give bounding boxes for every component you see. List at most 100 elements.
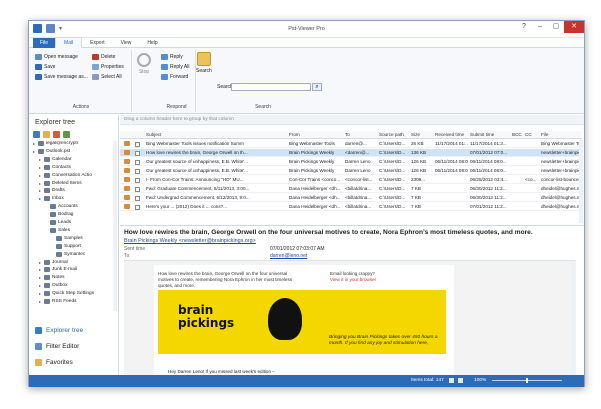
- expander-icon[interactable]: ▸: [39, 275, 42, 280]
- column-header[interactable]: Source path: [378, 131, 409, 139]
- table-row[interactable]: !- From Con-Cor Trains: Announcing "HO" …: [120, 176, 582, 184]
- table-row[interactable]: Our greatest source of unhappiness, E.B.…: [120, 167, 582, 175]
- to-value[interactable]: darren@leno.net: [270, 253, 307, 259]
- properties-button[interactable]: Properties: [92, 64, 124, 70]
- search-input[interactable]: [231, 83, 311, 91]
- tree-node[interactable]: ▸ Inbox: [39, 196, 64, 202]
- maximize-button[interactable]: ▢: [548, 21, 564, 33]
- file-tab[interactable]: File: [33, 37, 55, 48]
- expander-icon[interactable]: ▸: [39, 196, 42, 201]
- tree-node[interactable]: ▸ Junk E-mail: [39, 267, 77, 273]
- search-group: Search: [196, 50, 330, 112]
- expander-icon[interactable]: ▸: [33, 141, 36, 146]
- row-checkbox[interactable]: [135, 168, 140, 174]
- expander-icon[interactable]: ▸: [39, 173, 42, 178]
- tree-node[interactable]: ▸ Quick Step Settings: [39, 291, 94, 297]
- tree-node[interactable]: Leads: [45, 220, 71, 225]
- view-compact-icon[interactable]: [458, 378, 463, 383]
- minimize-button[interactable]: –: [532, 21, 548, 33]
- view-in-browser-link[interactable]: View it in your browser: [330, 277, 376, 283]
- preview-from-link[interactable]: Brain Pickings Weekly <newsletter@brainp…: [124, 238, 256, 244]
- tree-scrollbar[interactable]: [113, 141, 117, 311]
- row-checkbox[interactable]: [135, 177, 140, 183]
- expander-icon[interactable]: ▸: [39, 181, 42, 186]
- forward-button[interactable]: Forward: [161, 74, 188, 80]
- body-scrollbar[interactable]: [571, 261, 575, 377]
- tab-help[interactable]: Help: [139, 38, 165, 48]
- pane-explorer-tree[interactable]: Explorer tree: [35, 327, 83, 334]
- tree-node[interactable]: ▸ Conversation Actio: [39, 172, 92, 178]
- save-as-button[interactable]: Save message as...: [35, 74, 88, 80]
- help-icon[interactable]: ?: [516, 21, 532, 33]
- remove-icon[interactable]: [53, 131, 60, 138]
- reply-all-button[interactable]: Reply All: [161, 64, 189, 70]
- tree-node[interactable]: ▸ Outbox: [39, 283, 67, 289]
- tree-node[interactable]: ▸ Drafts: [39, 188, 65, 194]
- save-button[interactable]: Save: [35, 64, 55, 70]
- open-message-button[interactable]: Open message: [35, 54, 78, 60]
- column-header[interactable]: Received time: [434, 131, 468, 139]
- tree-node[interactable]: Bodrag: [45, 212, 73, 218]
- tree-node[interactable]: ▸ Calendar: [39, 156, 71, 162]
- expander-icon[interactable]: ▸: [39, 299, 42, 304]
- row-checkbox[interactable]: [135, 186, 140, 192]
- expander-icon[interactable]: ▸: [39, 165, 42, 170]
- pane-favorites[interactable]: Favorites: [35, 359, 73, 366]
- close-button[interactable]: ✕: [564, 21, 584, 33]
- search-go-icon[interactable]: ⌕: [312, 83, 322, 91]
- column-header[interactable]: Submit time: [469, 131, 510, 139]
- view-normal-icon[interactable]: [449, 378, 454, 383]
- expander-icon[interactable]: ▸: [39, 291, 42, 296]
- reply-button[interactable]: Reply: [161, 54, 183, 60]
- expander-icon[interactable]: ▸: [39, 267, 42, 272]
- expander-icon[interactable]: ▸: [39, 260, 42, 265]
- grid-scrollbar[interactable]: [579, 139, 583, 223]
- stop-button[interactable]: Stop: [137, 53, 151, 75]
- select-all-button[interactable]: Select All: [92, 74, 122, 80]
- column-header[interactable]: CC: [524, 131, 539, 139]
- zoom-slider-knob[interactable]: [526, 378, 528, 383]
- table-row[interactable]: Here's your ... (2012) Does it ... cons?…: [120, 203, 582, 211]
- tab-mail[interactable]: Mail: [55, 37, 83, 48]
- column-header[interactable]: Subject: [145, 131, 287, 139]
- tree-node[interactable]: ▸ Journal: [39, 259, 68, 265]
- row-checkbox[interactable]: [135, 195, 140, 201]
- tree-node[interactable]: ▸ Outlook.pst: [33, 148, 70, 154]
- tree-node[interactable]: ▸ Notes: [39, 275, 65, 281]
- row-checkbox[interactable]: [135, 141, 140, 147]
- pane-filter-editor[interactable]: Filter Editor: [35, 343, 79, 350]
- tree-node[interactable]: ▸ legal@encrypti: [33, 141, 78, 146]
- tab-view[interactable]: View: [113, 38, 140, 48]
- folder-icon[interactable]: [43, 131, 50, 138]
- column-header[interactable]: To: [344, 131, 377, 139]
- column-header[interactable]: Size: [410, 131, 433, 139]
- row-checkbox[interactable]: [135, 204, 140, 210]
- row-checkbox[interactable]: [135, 150, 140, 156]
- delete-button[interactable]: Delete: [92, 54, 115, 60]
- tree-node[interactable]: Symantec: [51, 251, 85, 257]
- table-row[interactable]: Fwd: Undergrad Commencement, 6/12/2013, …: [120, 194, 582, 202]
- tree-node[interactable]: ▸ RSS Feeds: [39, 299, 77, 304]
- refresh-icon[interactable]: [33, 131, 40, 138]
- table-row[interactable]: Fwd: Graduate Commencement, 5/11/2013, 3…: [120, 185, 582, 193]
- expander-icon[interactable]: ▸: [39, 157, 42, 162]
- table-row[interactable]: How love rewires the brain, George Orwel…: [120, 149, 582, 157]
- tab-export[interactable]: Export: [82, 38, 112, 48]
- tree-node[interactable]: ▸ Deleted Items: [39, 180, 82, 186]
- expander-icon[interactable]: ▸: [39, 188, 42, 193]
- table-row[interactable]: Bing Webmaster Tools issues notification…: [120, 140, 582, 148]
- table-row[interactable]: Our greatest source of unhappiness, E.B.…: [120, 158, 582, 166]
- add-icon[interactable]: [63, 131, 70, 138]
- tree-node[interactable]: Sales: [45, 227, 70, 233]
- row-checkbox[interactable]: [135, 159, 140, 165]
- tree-node[interactable]: ▸ Contacts: [39, 164, 71, 170]
- expander-icon[interactable]: ▸: [33, 149, 36, 154]
- column-header[interactable]: BCC: [511, 131, 523, 139]
- expander-icon[interactable]: ▸: [39, 283, 42, 288]
- tree-node[interactable]: Samples: [51, 235, 83, 241]
- column-header[interactable]: File: [540, 131, 580, 139]
- tree-node[interactable]: Accounts: [45, 204, 78, 210]
- search-button[interactable]: Search: [196, 52, 212, 74]
- tree-node[interactable]: Support: [51, 243, 81, 249]
- column-header[interactable]: From: [288, 131, 343, 139]
